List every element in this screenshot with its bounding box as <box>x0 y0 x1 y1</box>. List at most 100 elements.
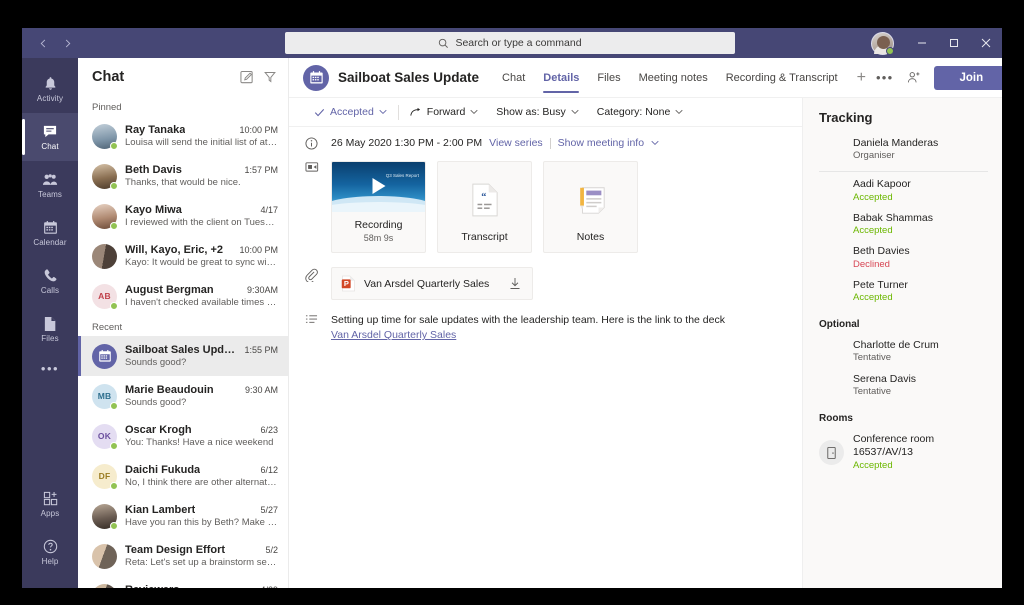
tracking-attendee[interactable]: Beth Davies Declined <box>803 241 1002 274</box>
list-item-body: Team Design Effort5/2 Reta: Let's set up… <box>125 544 278 568</box>
minimize-button[interactable] <box>906 28 938 58</box>
description-link[interactable]: Van Arsdel Quarterly Sales <box>331 329 456 341</box>
chat-list-panel: Chat Pinned <box>78 58 289 588</box>
meeting-title: Sailboat Sales Update <box>338 70 479 85</box>
sidebar-item-help[interactable]: Help <box>22 528 78 576</box>
transcript-card[interactable]: “ Transcript <box>437 161 532 253</box>
filter-icon[interactable] <box>264 71 276 83</box>
sidebar-item-files[interactable]: Files <box>22 305 78 353</box>
maximize-button[interactable] <box>938 28 970 58</box>
sidebar-item-teams[interactable]: Teams <box>22 161 78 209</box>
list-item-body: Reviewers4/29 Darren: Thats fine with me <box>125 584 278 588</box>
sidebar-label-teams: Teams <box>38 190 62 199</box>
list-item[interactable]: Reviewers4/29 Darren: Thats fine with me <box>78 576 288 588</box>
notes-icon <box>575 171 607 216</box>
notes-card[interactable]: Notes <box>543 161 638 253</box>
tracking-person-info: Babak Shammas Accepted <box>853 212 933 237</box>
avatar <box>819 373 844 398</box>
list-item[interactable]: Beth Davis1:57 PM Thanks, that would be … <box>78 156 288 196</box>
search-input[interactable]: Search or type a command <box>285 32 735 54</box>
list-item[interactable]: Will, Kayo, Eric, +210:00 PM Kayo: It wo… <box>78 236 288 276</box>
tab-details[interactable]: Details <box>534 58 588 98</box>
svg-text:“: “ <box>481 192 486 203</box>
tracking-optional-attendee[interactable]: Serena Davis Tentative <box>803 369 1002 402</box>
tracking-organiser[interactable]: Daniela Manderas Organiser <box>803 133 1002 166</box>
check-icon <box>314 107 325 118</box>
back-icon[interactable] <box>32 32 54 54</box>
list-item[interactable]: DF Daichi Fukuda6/12 No, I think there a… <box>78 456 288 496</box>
view-series-link[interactable]: View series <box>489 137 543 149</box>
sidebar-more-icon[interactable]: ••• <box>22 353 78 383</box>
tracking-person-info: Pete Turner Accepted <box>853 279 908 304</box>
close-button[interactable] <box>970 28 1002 58</box>
section-pinned-label: Pinned <box>78 96 288 116</box>
person-name: Babak Shammas <box>853 212 933 225</box>
room-name: Conference room 16537/AV/13 <box>853 433 992 459</box>
list-item-body: Daichi Fukuda6/12 No, I think there are … <box>125 464 278 488</box>
rsvp-accepted-dropdown[interactable]: Accepted <box>305 98 396 127</box>
paperclip-icon <box>305 267 331 300</box>
tracking-room-info: Conference room 16537/AV/13 Accepted <box>853 433 992 472</box>
tab-files[interactable]: Files <box>588 58 629 98</box>
sidebar-label-files: Files <box>41 334 58 343</box>
sidebar-item-apps[interactable]: Apps <box>22 480 78 528</box>
chevron-down-icon[interactable] <box>651 140 659 146</box>
search-placeholder: Search or type a command <box>455 37 581 49</box>
person-name: Aadi Kapoor <box>853 178 911 191</box>
tracking-attendee[interactable]: Pete Turner Accepted <box>803 275 1002 308</box>
sidebar-label-help: Help <box>42 557 59 566</box>
list-item-name: Kian Lambert <box>125 504 195 516</box>
room-status: Accepted <box>853 460 992 472</box>
list-item[interactable]: OK Oscar Krogh6/23 You: Thanks! Have a n… <box>78 416 288 456</box>
tracking-room[interactable]: Conference room 16537/AV/13 Accepted <box>803 429 1002 476</box>
tracking-attendee[interactable]: Babak Shammas Accepted <box>803 208 1002 241</box>
recent-list: Sailboat Sales Update1:55 PM Sounds good… <box>78 336 288 588</box>
sidebar-item-activity[interactable]: Activity <box>22 65 78 113</box>
list-item[interactable]: Ray Tanaka10:00 PM Louisa will send the … <box>78 116 288 156</box>
list-item-body: Oscar Krogh6/23 You: Thanks! Have a nice… <box>125 424 278 448</box>
tracking-attendee[interactable]: Aadi Kapoor Accepted <box>803 174 1002 207</box>
meeting-datetime: 26 May 2020 1:30 PM - 2:00 PM <box>331 137 482 149</box>
sidebar-item-calls[interactable]: Calls <box>22 257 78 305</box>
sidebar-item-chat[interactable]: Chat <box>22 113 78 161</box>
add-people-icon[interactable] <box>907 71 921 85</box>
card-duration: 58m 9s <box>364 231 394 243</box>
add-tab-button[interactable]: + <box>847 69 876 87</box>
list-item-preview: No, I think there are other alternatives… <box>125 477 278 488</box>
calendar-icon <box>43 219 58 236</box>
tracking-optional-attendee[interactable]: Charlotte de Crum Tentative <box>803 335 1002 368</box>
tab-recording-transcript[interactable]: Recording & Transcript <box>717 58 847 98</box>
forward-dropdown[interactable]: Forward <box>401 98 488 127</box>
download-icon[interactable] <box>497 277 521 290</box>
forward-icon[interactable] <box>56 32 78 54</box>
section-recent-label: Recent <box>78 316 288 336</box>
sidebar-item-calendar[interactable]: Calendar <box>22 209 78 257</box>
list-item-time: 4/29 <box>254 585 278 588</box>
show-meeting-info-link[interactable]: Show meeting info <box>558 137 644 149</box>
list-item[interactable]: Kian Lambert5/27 Have you ran this by Be… <box>78 496 288 536</box>
tab-meeting-notes[interactable]: Meeting notes <box>630 58 717 98</box>
show-as-dropdown[interactable]: Show as: Busy <box>487 98 587 127</box>
list-item-name: Sailboat Sales Update <box>125 344 238 356</box>
tab-chat[interactable]: Chat <box>493 58 534 98</box>
meeting-tabs: Chat Details Files Meeting notes Recordi… <box>493 58 876 98</box>
join-button[interactable]: Join <box>934 66 1002 90</box>
recording-card[interactable]: Q3 Sales Report Recording 58m 9s <box>331 161 426 253</box>
list-item[interactable]: Team Design Effort5/2 Reta: Let's set up… <box>78 536 288 576</box>
more-options-icon[interactable]: ••• <box>876 70 894 85</box>
list-item[interactable]: AB August Bergman9:30AM I haven't checke… <box>78 276 288 316</box>
list-item[interactable]: MB Marie Beaudouin9:30 AM Sounds good? <box>78 376 288 416</box>
list-item-selected[interactable]: Sailboat Sales Update1:55 PM Sounds good… <box>78 336 288 376</box>
apps-icon <box>43 490 58 507</box>
list-item-body: Sailboat Sales Update1:55 PM Sounds good… <box>125 344 278 368</box>
card-label: Notes <box>577 224 604 243</box>
attachment-chip[interactable]: P Van Arsdel Quarterly Sales <box>331 267 533 300</box>
avatar: DF <box>92 464 117 489</box>
list-item[interactable]: Kayo Miwa4/17 I reviewed with the client… <box>78 196 288 236</box>
compose-icon[interactable] <box>240 70 254 84</box>
search-icon <box>438 38 449 49</box>
category-dropdown[interactable]: Category: None <box>588 98 693 127</box>
avatar <box>819 246 844 271</box>
person-status: Tentative <box>853 386 916 398</box>
user-avatar[interactable] <box>871 32 894 55</box>
